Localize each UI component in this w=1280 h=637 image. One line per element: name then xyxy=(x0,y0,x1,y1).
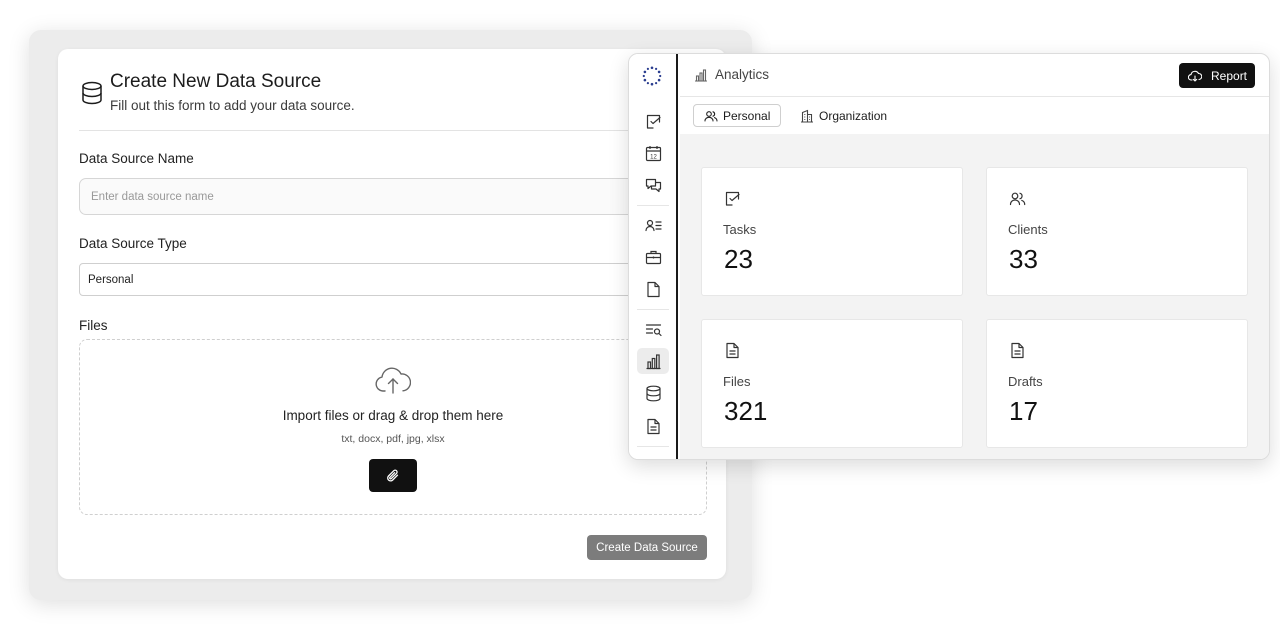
data-source-name-label: Data Source Name xyxy=(79,151,194,166)
users-icon xyxy=(704,110,718,122)
stat-card-tasks[interactable]: Tasks 23 xyxy=(701,167,963,296)
stat-value: 33 xyxy=(1009,244,1038,274)
report-button[interactable]: Report xyxy=(1179,63,1255,88)
sidebar-item-contacts[interactable] xyxy=(637,212,669,238)
tasks-icon xyxy=(725,191,740,206)
sidebar-item-projects[interactable] xyxy=(637,244,669,270)
stat-value: 17 xyxy=(1009,396,1038,426)
analytics-header: Analytics Report xyxy=(680,54,1269,97)
document-icon xyxy=(1011,342,1024,359)
stat-value: 321 xyxy=(724,396,768,426)
search-list-icon xyxy=(645,323,662,336)
tasks-icon xyxy=(646,114,661,129)
users-icon xyxy=(1009,192,1026,206)
file-icon xyxy=(646,281,660,297)
files-label: Files xyxy=(79,318,108,333)
paperclip-icon xyxy=(387,469,399,482)
contacts-icon xyxy=(644,219,662,231)
sidebar-item-files[interactable] xyxy=(637,276,669,302)
sidebar-item-documents[interactable] xyxy=(637,413,669,439)
sidebar-item-analytics[interactable] xyxy=(637,348,669,374)
document-icon xyxy=(726,342,739,359)
tab-personal-label: Personal xyxy=(723,108,771,123)
form-title: Create New Data Source xyxy=(110,71,322,92)
analytics-icon xyxy=(646,353,660,369)
report-button-label: Report xyxy=(1211,68,1248,83)
create-data-source-button[interactable]: Create Data Source xyxy=(587,535,707,560)
stage: Create New Data Source Fill out this for… xyxy=(0,0,1280,637)
tab-organization[interactable]: Organization xyxy=(790,104,897,127)
briefcase-icon xyxy=(645,250,661,264)
stat-card-drafts[interactable]: Drafts 17 xyxy=(986,319,1248,448)
stat-label: Clients xyxy=(1008,222,1048,237)
sidebar-separator xyxy=(637,309,669,310)
sidebar-item-database[interactable] xyxy=(637,380,669,406)
form-header: Create New Data Source Fill out this for… xyxy=(79,71,709,131)
attach-file-button[interactable] xyxy=(369,459,417,492)
sidebar-item-search[interactable] xyxy=(637,316,669,342)
sidebar-item-calendar[interactable]: 12 xyxy=(637,140,669,166)
tab-organization-label: Organization xyxy=(819,108,888,123)
file-drop-zone[interactable]: Import files or drag & drop them here tx… xyxy=(79,339,707,515)
stat-label: Drafts xyxy=(1008,374,1043,389)
stat-value: 23 xyxy=(724,244,753,274)
create-data-source-form: Create New Data Source Fill out this for… xyxy=(58,49,726,579)
data-source-name-input[interactable]: Enter data source name xyxy=(79,178,709,215)
database-icon xyxy=(82,81,102,105)
form-subtitle: Fill out this form to add your data sour… xyxy=(110,98,355,113)
analytics-window: 12 Analytics Report Personal Organizatio… xyxy=(628,53,1270,460)
page-title: Analytics xyxy=(715,67,770,82)
stat-label: Tasks xyxy=(723,222,757,237)
database-icon xyxy=(645,385,661,401)
stat-label: Files xyxy=(723,374,751,389)
cloud-download-icon xyxy=(1188,70,1202,82)
calendar-icon: 12 xyxy=(645,145,661,161)
sidebar-item-messages[interactable] xyxy=(637,172,669,198)
data-source-type-label: Data Source Type xyxy=(79,236,187,251)
chat-icon xyxy=(645,178,661,192)
stats-grid: Tasks 23 Clients 33 Files 321 Drafts 17 xyxy=(680,134,1269,459)
sidebar-separator xyxy=(637,446,669,447)
svg-text:12: 12 xyxy=(650,154,657,160)
document-icon xyxy=(646,418,660,434)
sidebar-separator xyxy=(637,205,669,206)
analytics-icon xyxy=(695,69,707,82)
sidebar-item-tasks[interactable] xyxy=(637,108,669,134)
drop-zone-text: Import files or drag & drop them here xyxy=(282,408,504,423)
allowed-file-types: txt, docx, pdf, jpg, xlsx xyxy=(341,433,445,445)
cloud-upload-icon xyxy=(375,367,411,394)
building-icon xyxy=(801,109,813,123)
data-source-type-select[interactable]: Personal xyxy=(79,263,709,296)
stat-card-files[interactable]: Files 321 xyxy=(701,319,963,448)
stat-card-clients[interactable]: Clients 33 xyxy=(986,167,1248,296)
sidebar: 12 xyxy=(629,54,678,459)
app-logo-icon xyxy=(642,66,662,86)
tab-personal[interactable]: Personal xyxy=(693,104,782,127)
